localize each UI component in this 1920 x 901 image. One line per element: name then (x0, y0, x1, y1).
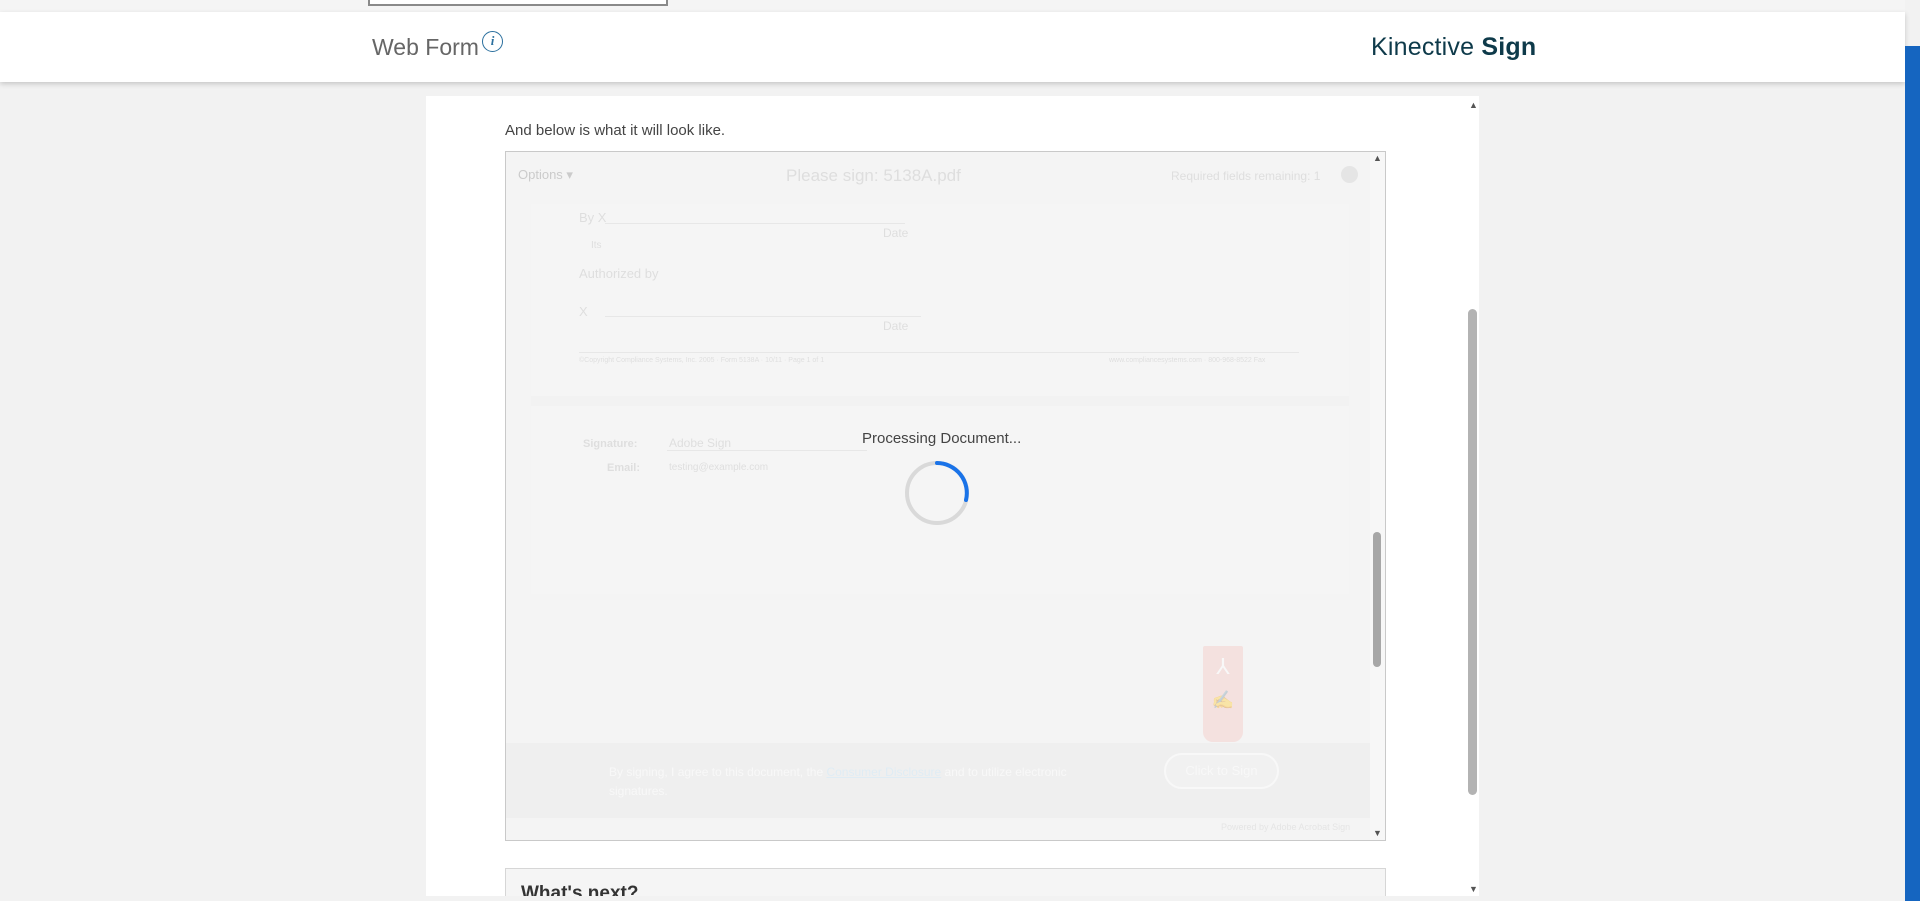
preview-scroll-thumb[interactable] (1373, 532, 1381, 667)
loading-spinner-icon (905, 461, 969, 525)
document-title: Please sign: 5138A.pdf (786, 166, 961, 185)
page-break (531, 396, 1349, 406)
document-toolbar: Options ▾ Please sign: 5138A.pdf Require… (506, 152, 1371, 202)
brand-logo: Kinective Sign (1371, 33, 1536, 62)
footer-rule (579, 352, 1299, 353)
agreement-text: By signing, I agree to this document, th… (609, 763, 1079, 801)
email-label: Email: (607, 462, 641, 474)
required-fields-status: Required fields remaining: 1 (1171, 169, 1321, 183)
panel-scrollbar[interactable]: ▲ ▼ (1466, 96, 1479, 896)
signature-label: Signature: (583, 438, 638, 450)
processing-message: Processing Document... (862, 430, 1022, 447)
signing-bar: By signing, I agree to this document, th… (506, 743, 1371, 818)
preview-scrollbar[interactable]: ▲ ▼ (1370, 152, 1385, 840)
click-to-sign-button[interactable]: Click to Sign (1164, 753, 1279, 789)
consumer-disclosure-link[interactable]: Consumer Disclosure (826, 765, 941, 779)
signature-field[interactable]: Adobe Sign (669, 436, 731, 450)
check-circle-icon (1341, 166, 1358, 183)
x-label: X (579, 304, 588, 319)
right-accent-bar (1905, 46, 1920, 901)
bottom-strip (0, 896, 1905, 901)
top-tab[interactable] (368, 0, 668, 6)
authorized-signature-line (605, 316, 921, 317)
preview-scroll-down-arrow-icon[interactable]: ▼ (1373, 828, 1382, 838)
scroll-down-arrow-icon[interactable]: ▼ (1469, 884, 1478, 894)
agreement-text-start: By signing, I agree to this document, th… (609, 765, 824, 779)
info-icon[interactable]: i (482, 31, 503, 52)
by-signature-line (605, 223, 905, 224)
preview-scroll-up-arrow-icon[interactable]: ▲ (1373, 153, 1382, 163)
intro-text: And below is what it will look like. (505, 122, 726, 139)
by-label: By X (579, 210, 607, 225)
app-header: Web Form i Kinective Sign (0, 12, 1905, 82)
brand-light: Kinective (1371, 33, 1475, 61)
date-label: Date (883, 226, 909, 240)
scroll-up-arrow-icon[interactable]: ▲ (1469, 100, 1478, 110)
signature-field-line (667, 450, 867, 451)
email-value: testing@example.com (669, 462, 769, 473)
its-label: Its (591, 240, 602, 251)
authorized-label: Authorized by (579, 266, 659, 281)
powered-by-text: Powered by Adobe Acrobat Sign (1221, 822, 1351, 832)
options-menu[interactable]: Options ▾ (518, 167, 573, 183)
brand-bold: Sign (1481, 33, 1537, 61)
footer-right-text: www.compliancesystems.com · 800-968-8522… (1109, 357, 1266, 364)
document-page: By X Date Its Authorized by X Date ©Copy… (531, 204, 1349, 594)
top-strip (0, 0, 1905, 12)
panel-scroll-thumb[interactable] (1468, 309, 1477, 795)
date-label-2: Date (883, 319, 909, 333)
acrobat-logo-icon: ⅄ ✍ (1203, 646, 1243, 742)
footer-left-text: ©Copyright Compliance Systems, Inc. 2005… (579, 357, 825, 364)
page-title: Web Form (372, 34, 479, 60)
